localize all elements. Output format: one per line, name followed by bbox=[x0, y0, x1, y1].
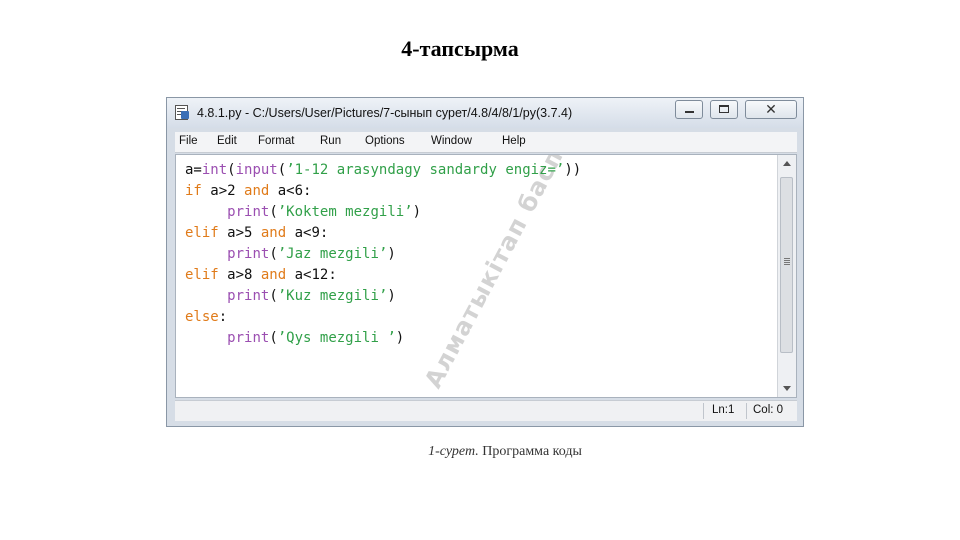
code-token: a<6: bbox=[269, 183, 312, 199]
code-token: ( bbox=[269, 204, 278, 220]
minimize-button[interactable] bbox=[675, 100, 703, 119]
code-keyword: and bbox=[244, 183, 270, 199]
code-string: ’Koktem mezgili’ bbox=[277, 204, 413, 220]
code-keyword: if bbox=[185, 183, 202, 199]
close-icon: ✕ bbox=[765, 101, 777, 117]
code-builtin: input bbox=[235, 162, 278, 178]
status-divider bbox=[703, 403, 704, 419]
menu-file[interactable]: File bbox=[179, 135, 198, 147]
code-token: a>2 bbox=[201, 183, 245, 199]
code-token: ( bbox=[269, 246, 278, 262]
maximize-button[interactable] bbox=[710, 100, 738, 119]
code-keyword: elif bbox=[185, 267, 219, 283]
code-token: ( bbox=[269, 288, 278, 304]
code-line-8[interactable]: else: bbox=[185, 307, 227, 327]
menu-window[interactable]: Window bbox=[431, 135, 472, 147]
code-builtin: print bbox=[227, 330, 270, 346]
close-button[interactable]: ✕ bbox=[745, 100, 797, 119]
code-keyword: else bbox=[185, 309, 219, 325]
code-token: a>5 bbox=[218, 225, 261, 241]
caption-label: 1-сурет. bbox=[428, 444, 479, 459]
code-token: ) bbox=[387, 246, 396, 262]
code-line-4[interactable]: elif a>5 and a<9: bbox=[185, 223, 328, 243]
status-divider bbox=[746, 403, 747, 419]
menu-edit[interactable]: Edit bbox=[217, 135, 237, 147]
status-line: Ln:1 bbox=[712, 404, 735, 416]
watermark: Алматыкітап баспасы bbox=[419, 154, 595, 393]
code-token: : bbox=[218, 309, 228, 325]
menu-run[interactable]: Run bbox=[320, 135, 341, 147]
code-line-3[interactable]: print(’Koktem mezgili’) bbox=[185, 202, 421, 222]
figure-caption: 1-сурет. Программа коды bbox=[0, 444, 960, 460]
python-file-icon bbox=[175, 105, 189, 120]
code-keyword: and bbox=[260, 267, 287, 283]
scroll-up-arrow-icon[interactable] bbox=[783, 161, 791, 166]
code-string: ’Jaz mezgili’ bbox=[277, 246, 388, 262]
code-token: ) bbox=[412, 204, 422, 220]
menu-bar: File Edit Format Run Options Window Help bbox=[175, 132, 797, 153]
menu-options[interactable]: Options bbox=[365, 135, 405, 147]
status-column: Col: 0 bbox=[753, 404, 784, 416]
code-line-9[interactable]: print(’Qys mezgili ’) bbox=[185, 328, 404, 348]
status-bar: Ln:1 Col: 0 bbox=[175, 400, 797, 421]
code-keyword: elif bbox=[185, 225, 219, 241]
code-builtin: print bbox=[227, 246, 270, 262]
code-builtin: int bbox=[201, 162, 228, 178]
caption-text: Программа коды bbox=[482, 444, 582, 459]
code-string: ’1-12 arasyndagy sandardy engiz=’ bbox=[286, 162, 565, 178]
code-token: ( bbox=[269, 330, 278, 346]
idle-editor-window: 4.8.1.py - C:/Users/User/Pictures/7-сыны… bbox=[166, 97, 804, 427]
code-token: a= bbox=[185, 162, 202, 178]
code-token: ( bbox=[227, 162, 236, 178]
code-line-7[interactable]: print(’Kuz mezgili’) bbox=[185, 286, 396, 306]
menu-format[interactable]: Format bbox=[258, 135, 294, 147]
code-string: ’Kuz mezgili’ bbox=[277, 288, 388, 304]
slide-title-text: 4-тапсырма bbox=[401, 36, 519, 61]
code-line-1[interactable]: a=int(input(’1-12 arasyndagy sandardy en… bbox=[185, 160, 581, 180]
code-line-5[interactable]: print(’Jaz mezgili’) bbox=[185, 244, 396, 264]
code-token: ) bbox=[387, 288, 396, 304]
menu-help[interactable]: Help bbox=[502, 135, 526, 147]
code-token: a<12: bbox=[286, 267, 337, 283]
code-token: ) bbox=[395, 330, 405, 346]
code-editor[interactable]: Алматыкітап баспасы a=int(input(’1-12 ar… bbox=[175, 154, 797, 398]
code-token: a>8 bbox=[218, 267, 261, 283]
code-builtin: print bbox=[227, 204, 270, 220]
code-token: ( bbox=[277, 162, 287, 178]
title-bar[interactable]: 4.8.1.py - C:/Users/User/Pictures/7-сыны… bbox=[167, 98, 803, 128]
grip-icon bbox=[784, 258, 790, 259]
slide-title: 4-тапсырма bbox=[0, 36, 960, 62]
scrollbar-thumb[interactable] bbox=[780, 177, 793, 353]
window-title: 4.8.1.py - C:/Users/User/Pictures/7-сыны… bbox=[197, 106, 573, 120]
code-keyword: and bbox=[260, 225, 287, 241]
code-line-6[interactable]: elif a>8 and a<12: bbox=[185, 265, 337, 285]
code-token: a<9: bbox=[286, 225, 329, 241]
scroll-down-arrow-icon[interactable] bbox=[783, 386, 791, 391]
code-builtin: print bbox=[227, 288, 270, 304]
vertical-scrollbar[interactable] bbox=[777, 155, 796, 397]
code-string: ’Qys mezgili ’ bbox=[277, 330, 396, 346]
code-token: )) bbox=[564, 162, 582, 178]
code-line-2[interactable]: if a>2 and a<6: bbox=[185, 181, 311, 201]
